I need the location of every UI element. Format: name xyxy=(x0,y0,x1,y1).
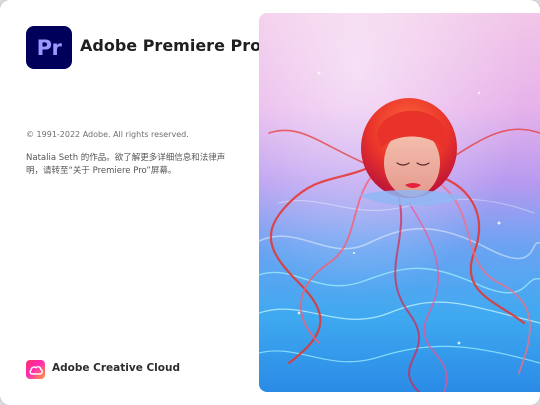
splash-artwork xyxy=(259,13,540,392)
artwork-credit-text: Natalia Seth 的作品。欲了解更多详细信息和法律声明，请转至“关于 P… xyxy=(26,153,226,176)
creative-cloud-glyph xyxy=(28,365,43,375)
info-panel: Pr Adobe Premiere Pro © 1991-2022 Adobe.… xyxy=(0,0,262,405)
creative-cloud-icon xyxy=(26,360,45,379)
app-logo-text: Pr xyxy=(36,35,62,60)
artwork-illustration xyxy=(259,13,540,392)
copyright-text: © 1991-2022 Adobe. All rights reserved. xyxy=(26,130,189,139)
app-title: Adobe Premiere Pro xyxy=(80,36,262,55)
splash-screen: Pr Adobe Premiere Pro © 1991-2022 Adobe.… xyxy=(0,0,540,405)
premiere-pro-app-icon: Pr xyxy=(26,26,72,69)
creative-cloud-label: Adobe Creative Cloud xyxy=(52,362,180,374)
